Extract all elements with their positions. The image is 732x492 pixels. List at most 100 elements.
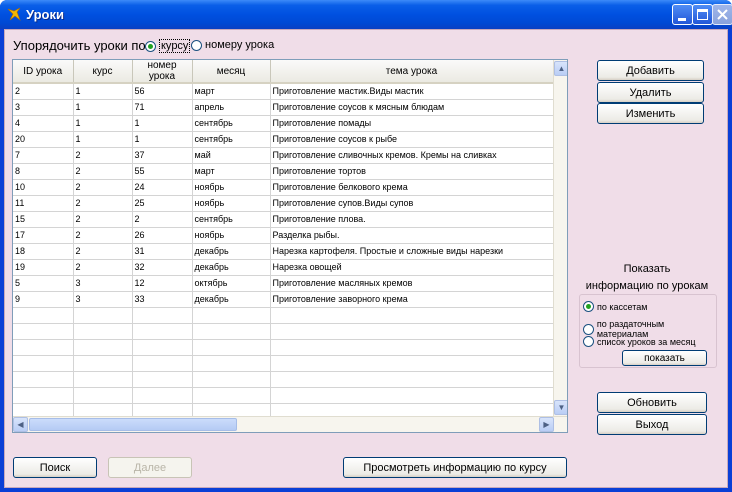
refresh-button[interactable]: Обновить xyxy=(597,392,707,413)
cell-course[interactable]: 1 xyxy=(73,83,133,100)
horizontal-scroll-thumb[interactable] xyxy=(29,418,237,431)
cell-id[interactable]: 9 xyxy=(13,291,74,308)
cell-course[interactable]: 3 xyxy=(73,291,133,308)
cell-id[interactable]: 4 xyxy=(13,115,74,132)
cell-id[interactable]: 2 xyxy=(13,83,74,100)
cell-lesson-number[interactable]: 33 xyxy=(132,291,193,308)
delete-button[interactable]: Удалить xyxy=(597,82,704,103)
cell-topic[interactable]: Приготовление помады xyxy=(270,115,554,132)
cell-lesson-number[interactable]: 31 xyxy=(132,243,193,260)
cell-month[interactable]: март xyxy=(192,163,271,180)
table-row[interactable]: 10 2 24 ноябрь Приготовление белкового крема xyxy=(13,179,554,196)
table-row[interactable]: 8 2 55 март Приготовление тортов xyxy=(13,163,554,180)
cell-topic[interactable]: Приготовление мастик.Виды мастик xyxy=(270,83,554,100)
scroll-right-icon[interactable]: ▶ xyxy=(539,417,554,432)
cell-lesson-number[interactable]: 26 xyxy=(132,227,193,244)
column-header-topic[interactable]: тема урока xyxy=(270,60,554,84)
cell-id[interactable]: 8 xyxy=(13,163,74,180)
column-header-id[interactable]: ID урока xyxy=(13,60,74,84)
cell-month[interactable]: декабрь xyxy=(192,243,271,260)
column-header-lesson-number[interactable]: номер урока xyxy=(132,60,193,84)
cell-topic[interactable]: Нарезка картофеля. Простые и сложные вид… xyxy=(270,243,554,260)
table-row[interactable]: 19 2 32 декабрь Нарезка овощей xyxy=(13,259,554,276)
cell-id[interactable]: 18 xyxy=(13,243,74,260)
cell-topic[interactable]: Приготовление заворного крема xyxy=(270,291,554,308)
table-row[interactable]: 11 2 25 ноябрь Приготовление супов.Виды супо… xyxy=(13,195,554,212)
next-button[interactable]: Далее xyxy=(108,457,192,478)
cell-month[interactable]: ноябрь xyxy=(192,227,271,244)
title-bar[interactable]: Уроки xyxy=(0,0,732,29)
cell-id[interactable]: 10 xyxy=(13,179,74,196)
scroll-down-icon[interactable]: ▼ xyxy=(554,400,567,415)
cell-lesson-number[interactable]: 71 xyxy=(132,99,193,116)
table-row[interactable]: 2 1 56 март Приготовление мастик.Виды мастик xyxy=(13,83,554,100)
column-header-course[interactable]: курс xyxy=(73,60,133,84)
cell-lesson-number[interactable]: 37 xyxy=(132,147,193,164)
column-header-month[interactable]: месяц xyxy=(192,60,271,84)
cell-topic[interactable]: Приготовление супов.Виды супов xyxy=(270,195,554,212)
cell-month[interactable]: май xyxy=(192,147,271,164)
cell-month[interactable]: ноябрь xyxy=(192,179,271,196)
cell-month[interactable]: сентябрь xyxy=(192,115,271,132)
cell-id[interactable]: 20 xyxy=(13,131,74,148)
cell-id[interactable]: 3 xyxy=(13,99,74,116)
table-row[interactable]: 20 1 1 сентябрь Приготовление соусов к рыбе xyxy=(13,131,554,148)
cell-course[interactable]: 3 xyxy=(73,275,133,292)
cell-month[interactable]: март xyxy=(192,83,271,100)
cell-course[interactable]: 2 xyxy=(73,227,133,244)
horizontal-scrollbar[interactable]: ◀ ▶ xyxy=(13,416,567,432)
monthly-list-radio[interactable]: список уроков за месяц xyxy=(583,336,696,347)
cell-lesson-number[interactable]: 55 xyxy=(132,163,193,180)
table-row[interactable]: 4 1 1 сентябрь Приготовление помады xyxy=(13,115,554,132)
table-row[interactable]: 17 2 26 ноябрь Разделка рыбы. xyxy=(13,227,554,244)
cell-course[interactable]: 2 xyxy=(73,147,133,164)
cell-lesson-number[interactable]: 25 xyxy=(132,195,193,212)
cell-lesson-number[interactable]: 1 xyxy=(132,115,193,132)
cell-course[interactable]: 1 xyxy=(73,131,133,148)
cell-month[interactable]: сентябрь xyxy=(192,211,271,228)
cell-topic[interactable]: Приготовление сливочных кремов. Кремы на… xyxy=(270,147,554,164)
search-button[interactable]: Поиск xyxy=(13,457,97,478)
scroll-left-icon[interactable]: ◀ xyxy=(13,417,28,432)
cell-month[interactable]: октябрь xyxy=(192,275,271,292)
table-row[interactable]: 7 2 37 май Приготовление сливочных кремов. К… xyxy=(13,147,554,164)
cell-lesson-number[interactable]: 32 xyxy=(132,259,193,276)
cell-course[interactable]: 1 xyxy=(73,115,133,132)
show-button[interactable]: показать xyxy=(622,350,707,366)
add-button[interactable]: Добавить xyxy=(597,60,704,81)
cell-course[interactable]: 2 xyxy=(73,211,133,228)
cell-month[interactable]: ноябрь xyxy=(192,195,271,212)
cell-id[interactable]: 17 xyxy=(13,227,74,244)
cell-lesson-number[interactable]: 2 xyxy=(132,211,193,228)
cell-month[interactable]: сентябрь xyxy=(192,131,271,148)
table-row[interactable]: 15 2 2 сентябрь Приготовление плова. xyxy=(13,211,554,228)
sort-by-course-radio[interactable]: курсу xyxy=(145,39,191,53)
lessons-grid[interactable]: ID урока курс номер урока месяц тема уро… xyxy=(12,59,568,433)
minimize-button[interactable] xyxy=(672,4,693,25)
cell-id[interactable]: 7 xyxy=(13,147,74,164)
table-row[interactable]: 18 2 31 декабрь Нарезка картофеля. Простые и… xyxy=(13,243,554,260)
table-row[interactable]: 3 1 71 апрель Приготовление соусов к мясным … xyxy=(13,99,554,116)
cell-topic[interactable]: Приготовление соусов к рыбе xyxy=(270,131,554,148)
cell-topic[interactable]: Приготовление тортов xyxy=(270,163,554,180)
cell-course[interactable]: 2 xyxy=(73,195,133,212)
cell-month[interactable]: декабрь xyxy=(192,259,271,276)
cell-lesson-number[interactable]: 1 xyxy=(132,131,193,148)
cell-id[interactable]: 11 xyxy=(13,195,74,212)
cell-topic[interactable]: Приготовление белкового крема xyxy=(270,179,554,196)
cell-topic[interactable]: Приготовление масляных кремов xyxy=(270,275,554,292)
cell-month[interactable]: декабрь xyxy=(192,291,271,308)
maximize-button[interactable] xyxy=(692,4,713,25)
cell-course[interactable]: 2 xyxy=(73,179,133,196)
cell-course[interactable]: 2 xyxy=(73,163,133,180)
cell-month[interactable]: апрель xyxy=(192,99,271,116)
cell-topic[interactable]: Приготовление соусов к мясным блюдам xyxy=(270,99,554,116)
sort-by-lesson-number-radio[interactable]: номеру урока xyxy=(191,39,274,51)
cell-course[interactable]: 2 xyxy=(73,243,133,260)
cell-topic[interactable]: Нарезка овощей xyxy=(270,259,554,276)
cell-course[interactable]: 1 xyxy=(73,99,133,116)
table-row[interactable]: 9 3 33 декабрь Приготовление заворного крема xyxy=(13,291,554,308)
cell-course[interactable]: 2 xyxy=(73,259,133,276)
cell-id[interactable]: 19 xyxy=(13,259,74,276)
course-info-button[interactable]: Просмотреть информацию по курсу xyxy=(343,457,567,478)
